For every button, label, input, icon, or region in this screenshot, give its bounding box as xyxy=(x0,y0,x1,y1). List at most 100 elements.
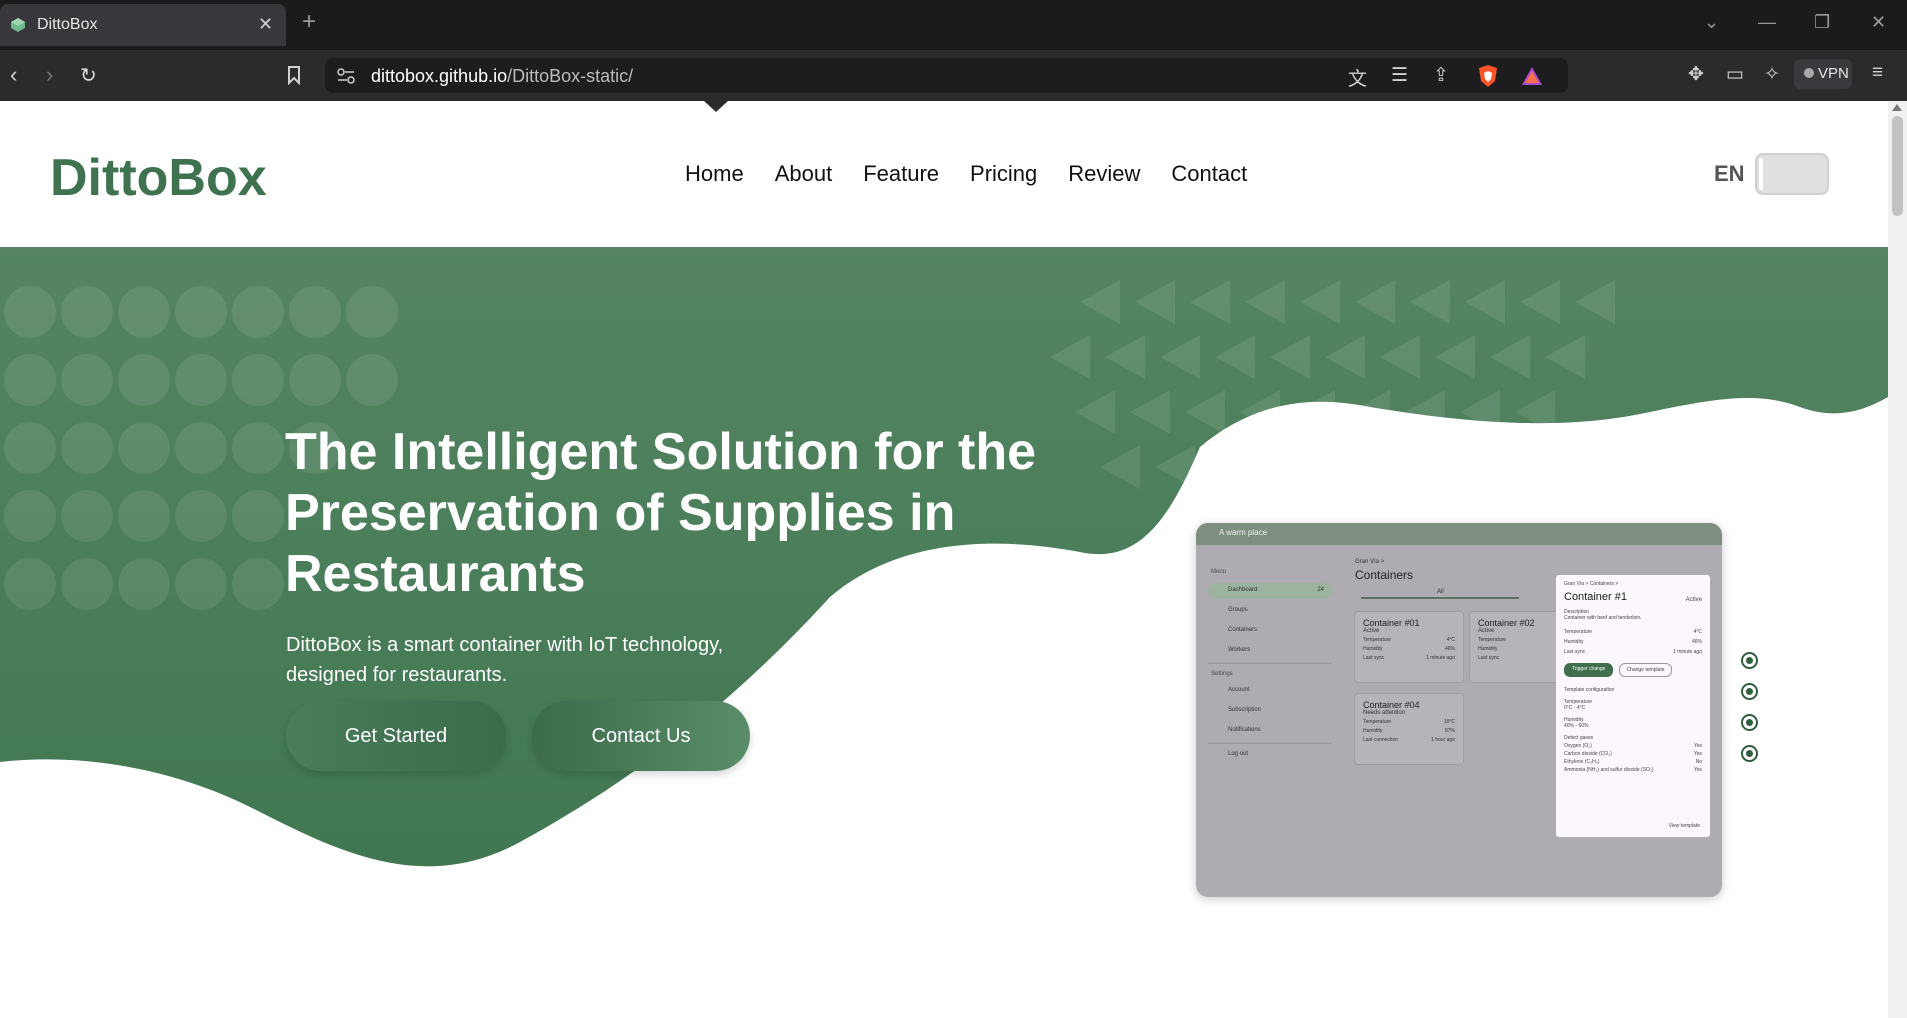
minimize-icon[interactable]: — xyxy=(1758,12,1776,33)
row-value: 18°C xyxy=(1443,719,1455,725)
row-value: 46% xyxy=(1691,639,1702,645)
browser-tab-bar: DittoBox ✕ + ⌄ — ❐ ✕ xyxy=(0,0,1907,50)
nav-review[interactable]: Review xyxy=(1068,161,1140,187)
panel-row: Last sync 1 minute ago xyxy=(1564,649,1702,655)
pattern-circle xyxy=(118,286,170,338)
leo-ai-icon[interactable]: ✧ xyxy=(1764,63,1780,86)
pattern-triangle xyxy=(1465,280,1505,324)
page-scrollbar[interactable] xyxy=(1888,101,1907,1018)
panel-gas-row: Oxygen (O₂) Yes xyxy=(1564,743,1702,749)
slider-dot-3-active[interactable] xyxy=(1741,714,1758,731)
panel-title: Container #1 xyxy=(1564,591,1627,603)
pattern-circle xyxy=(61,490,113,542)
row-value: 4°C xyxy=(1693,629,1702,635)
slider-dot-2[interactable] xyxy=(1741,683,1758,700)
row-value: 46% xyxy=(1444,646,1455,652)
preview-card-row: Last connection 1 hour ago xyxy=(1363,737,1455,743)
scroll-thumb[interactable] xyxy=(1892,116,1903,216)
pattern-triangle xyxy=(1135,280,1175,324)
back-icon[interactable]: ‹ xyxy=(10,62,17,88)
preview-menu-label: Menu xyxy=(1211,569,1227,575)
gas-label: Ammonia (NH₃) and sulfur dioxide (SO₂) xyxy=(1564,767,1654,773)
panel-gas-row: Ethylene (C₂H₄) No xyxy=(1564,759,1702,765)
browser-toolbar: ‹ › ↻ dittobox.github.io/DittoBox-static… xyxy=(0,50,1907,101)
pattern-circle xyxy=(289,286,341,338)
pattern-circle xyxy=(118,354,170,406)
preview-sidebar-workers: Workers xyxy=(1228,647,1251,653)
pattern-triangle xyxy=(1105,335,1145,379)
pattern-triangle xyxy=(1490,335,1530,379)
forward-icon[interactable]: › xyxy=(46,62,53,88)
gas-label: Oxygen (O₂) xyxy=(1564,743,1592,749)
contact-us-button[interactable]: Contact Us xyxy=(532,701,750,771)
nav-contact[interactable]: Contact xyxy=(1171,161,1247,187)
pattern-triangle xyxy=(1410,280,1450,324)
slider-dot-1[interactable] xyxy=(1741,652,1758,669)
translate-icon[interactable]: 文 xyxy=(1348,64,1367,91)
tab-list-chevron-icon[interactable]: ⌄ xyxy=(1704,12,1719,33)
share-icon[interactable]: ⇪ xyxy=(1433,64,1449,87)
gas-label: Carbon dioxide (CO₂) xyxy=(1564,751,1612,757)
row-label: Last sync xyxy=(1478,655,1500,661)
preview-divider xyxy=(1208,743,1332,744)
preview-sidebar-notifications: Notifications xyxy=(1228,727,1261,733)
pattern-circle xyxy=(118,422,170,474)
preview-card-status: Active xyxy=(1363,628,1380,634)
wallet-icon[interactable]: ▭ xyxy=(1726,63,1744,86)
preview-card-row: Humidity 46% xyxy=(1363,646,1455,652)
panel-buttons: Trigger change Change template xyxy=(1564,663,1702,677)
pattern-circle xyxy=(232,490,284,542)
nav-about[interactable]: About xyxy=(775,161,833,187)
browser-tab[interactable]: DittoBox ✕ xyxy=(0,4,286,46)
nav-pricing[interactable]: Pricing xyxy=(970,161,1037,187)
site-logo[interactable]: DittoBox xyxy=(50,148,267,208)
brave-rewards-icon[interactable] xyxy=(1521,66,1543,86)
popup-notch xyxy=(704,101,728,112)
scroll-up-arrow-icon[interactable] xyxy=(1892,104,1902,111)
restore-icon[interactable]: ❐ xyxy=(1814,12,1830,33)
row-value: 1 minute ago xyxy=(1426,655,1455,661)
pattern-circle xyxy=(232,286,284,338)
brave-shields-icon[interactable] xyxy=(1477,64,1499,88)
panel-row: Temperature 4°C xyxy=(1564,629,1702,635)
pattern-circle xyxy=(289,354,341,406)
nav-feature[interactable]: Feature xyxy=(863,161,939,187)
close-tab-icon[interactable]: ✕ xyxy=(258,14,273,35)
row-value: 1 minute ago xyxy=(1673,649,1702,655)
address-bar[interactable]: dittobox.github.io/DittoBox-static/ 文 ☰ … xyxy=(325,58,1568,93)
reload-icon[interactable]: ↻ xyxy=(80,63,97,88)
menu-icon[interactable]: ≡ xyxy=(1872,62,1883,84)
new-tab-icon[interactable]: + xyxy=(302,10,316,34)
preview-card-row: Humidity 87% xyxy=(1363,728,1455,734)
app-preview-image: A warm place Menu Dashboard 24 Groups Con… xyxy=(1196,523,1722,897)
vpn-button[interactable]: VPN xyxy=(1794,59,1852,89)
preview-card-row: Temperature 18°C xyxy=(1363,719,1455,725)
pattern-triangle xyxy=(1520,280,1560,324)
preview-settings-label: Settings xyxy=(1211,671,1233,677)
slider-dot-4[interactable] xyxy=(1741,745,1758,762)
pattern-triangle xyxy=(1435,335,1475,379)
dittobox-favicon-icon xyxy=(11,18,25,32)
pattern-triangle xyxy=(1325,335,1365,379)
row-value: 1 hour ago xyxy=(1431,737,1455,743)
nav-home[interactable]: Home xyxy=(685,161,744,187)
row-label: Last sync xyxy=(1363,655,1385,661)
language-toggle[interactable] xyxy=(1755,153,1829,195)
extensions-icon[interactable]: ✥ xyxy=(1688,63,1704,86)
bookmark-icon[interactable] xyxy=(287,65,301,85)
preview-divider xyxy=(1208,663,1332,664)
pattern-circle xyxy=(118,558,170,610)
site-settings-icon[interactable] xyxy=(337,68,355,84)
pattern-triangle xyxy=(1160,335,1200,379)
panel-row: Humidity 46% xyxy=(1564,639,1702,645)
pattern-triangle xyxy=(1185,390,1225,434)
pattern-circle xyxy=(4,286,56,338)
preview-detail-panel: Gran Vía > Containers > Container #1 Act… xyxy=(1556,575,1710,837)
pattern-circle xyxy=(61,286,113,338)
close-window-icon[interactable]: ✕ xyxy=(1871,12,1886,33)
preview-topbar: A warm place xyxy=(1196,523,1722,545)
get-started-button[interactable]: Get Started xyxy=(286,701,506,771)
pattern-triangle xyxy=(1215,335,1255,379)
tab-title: DittoBox xyxy=(37,16,98,33)
reader-mode-icon[interactable]: ☰ xyxy=(1391,64,1408,87)
